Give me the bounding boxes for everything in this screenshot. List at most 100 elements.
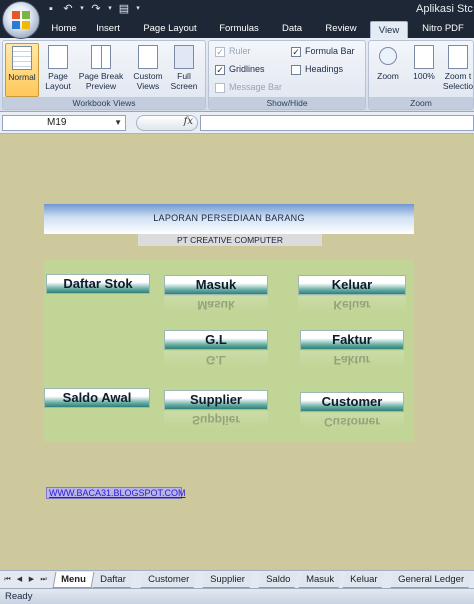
insert-function-icon[interactable]: fx [184,116,193,127]
sheet-tab-general-ledger[interactable]: General Ledger [390,572,472,588]
page-layout-label: Page Layout [45,71,71,91]
headings-checkbox[interactable]: Headings [291,62,343,76]
company-name: PT CREATIVE COMPUTER [138,234,322,246]
name-box[interactable]: M19 ▼ [2,115,126,131]
report-banner: LAPORAN PERSEDIAAN BARANG [44,204,414,234]
tab-data[interactable]: Data [272,20,312,38]
formula-bar-checkbox[interactable]: ✓ Formula Bar [291,44,355,58]
worksheet[interactable]: LAPORAN PERSEDIAAN BARANG PT CREATIVE CO… [0,134,474,556]
window-title: Aplikasi Stc [416,3,473,15]
formula-bar: M19 ▼ fx [0,112,474,134]
group-label-zoom: Zoom [369,97,473,109]
tab-formulas[interactable]: Formulas [210,20,268,38]
report-title: LAPORAN PERSEDIAAN BARANG [153,213,305,223]
sheet-tab-saldo[interactable]: Saldo [258,572,298,588]
office-button[interactable] [2,1,40,39]
supplier-reflection: Supplier [164,411,268,427]
custom-views-button[interactable]: Custom Views [131,43,165,97]
formula-input[interactable] [200,115,474,131]
normal-view-button[interactable]: Normal [5,43,39,97]
name-box-value: M19 [47,117,67,128]
sheet-tab-keluar[interactable]: Keluar [342,572,385,588]
sheet-tab-label: General Ledger [398,574,465,585]
checkbox-box [215,82,225,93]
sheet-tab-label: Saldo [266,574,291,585]
gl-reflection: G.L [164,351,268,367]
page-break-label: Page Break Preview [78,71,124,91]
sheet-tab-menu[interactable]: Menu [52,572,95,588]
normal-view-label: Normal [8,72,36,82]
formula-buttons: fx [136,115,198,131]
blog-link[interactable]: WWW.BACA31.BLOGSPOT.COM [46,487,186,499]
zoom-button[interactable]: Zoom [371,43,405,97]
full-screen-icon [174,45,194,69]
title-bar: ▪ ↶ ▾ ↷ ▾ ▤ ▾ Aplikasi Stc [0,0,474,20]
gridlines-checkbox[interactable]: ✓ Gridlines [215,62,265,76]
tab-review[interactable]: Review [316,20,366,38]
chevron-down-icon[interactable]: ▼ [114,116,122,130]
ruler-label: Ruler [229,46,251,56]
message-bar-checkbox[interactable]: Message Bar [215,80,282,94]
ruler-checkbox[interactable]: ✓ Ruler [215,44,251,58]
full-screen-label: Full Screen [170,71,198,91]
formula-bar-label: Formula Bar [305,46,355,56]
zoom-100-button[interactable]: 100% [407,43,441,97]
tab-insert[interactable]: Insert [86,20,130,38]
save-icon[interactable]: ▪ [44,2,58,16]
tab-page-layout[interactable]: Page Layout [134,20,206,38]
page-break-preview-button[interactable]: Page Break Preview [77,43,125,97]
customize-icon[interactable]: ▾ [134,2,142,16]
tab-nitro-pdf[interactable]: Nitro PDF [414,20,472,38]
undo-icon[interactable]: ↶ [61,2,75,16]
keluar-button[interactable]: Keluar [298,275,406,295]
saldo-awal-button[interactable]: Saldo Awal [44,388,150,408]
masuk-reflection: Masuk [164,296,268,312]
sheet-tab-label: Customer [148,574,190,585]
page-layout-icon [48,45,68,69]
sheet-nav-buttons: ⏮ ◀ ▶ ⏭ [2,574,49,585]
tab-home[interactable]: Home [44,20,84,38]
office-logo-icon [12,11,30,29]
sheet-tab-supplier[interactable]: Supplier [202,572,253,588]
zoom-to-selection-button[interactable]: Zoom t Selectio [441,43,474,97]
prev-sheet-icon[interactable]: ◀ [14,574,25,585]
sheet-tab-label: Masuk [306,574,335,585]
sheet-tab-daftar[interactable]: Daftar [92,572,134,588]
zoom-100-label: 100% [413,71,435,81]
custom-views-label: Custom Views [133,71,163,91]
group-show-hide: ✓ Ruler ✓ Gridlines Message Bar ✓ Formula B… [208,40,366,110]
redo-icon[interactable]: ↷ [89,2,103,16]
ribbon: Normal Page Layout Page Break Preview Cu… [0,38,474,112]
message-bar-label: Message Bar [229,82,283,92]
sheet-tab-label: Menu [61,574,86,585]
magnifier-icon [379,47,397,65]
customer-button[interactable]: Customer [300,392,404,412]
zoom-selection-label: Zoom t Selectio [442,71,474,91]
gl-button[interactable]: G.L [164,330,268,350]
daftar-stok-button[interactable]: Daftar Stok [46,274,150,294]
status-bar: Ready [0,588,474,604]
tab-view[interactable]: View [370,21,408,39]
dropdown-icon[interactable]: ▾ [106,2,114,16]
page-layout-view-button[interactable]: Page Layout [41,43,75,97]
sheet-tab-masuk[interactable]: Masuk [298,572,342,588]
form-icon[interactable]: ▤ [117,2,131,16]
group-label-workbook-views: Workbook Views [3,97,205,109]
faktur-button[interactable]: Faktur [300,330,404,350]
customer-reflection: Customer [300,413,404,429]
headings-label: Headings [305,64,344,74]
normal-view-icon [12,46,32,70]
supplier-button[interactable]: Supplier [164,390,268,410]
dropdown-icon[interactable]: ▾ [78,2,86,16]
gridlines-label: Gridlines [229,64,265,74]
last-sheet-icon[interactable]: ⏭ [38,574,49,585]
sheet-tab-customer[interactable]: Customer [140,572,197,588]
group-label-show-hide: Show/Hide [209,97,365,109]
next-sheet-icon[interactable]: ▶ [26,574,37,585]
first-sheet-icon[interactable]: ⏮ [2,574,13,585]
masuk-button[interactable]: Masuk [164,275,268,295]
zoom-label: Zoom [377,71,399,81]
checkbox-box [291,64,301,75]
full-screen-button[interactable]: Full Screen [167,43,201,97]
sheet-tab-label: Daftar [100,574,126,585]
